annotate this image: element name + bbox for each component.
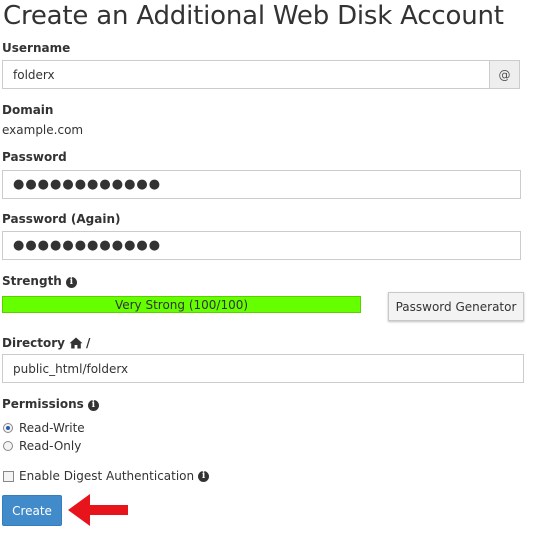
radio-read-only-label: Read-Only [19,439,82,453]
password-label: Password [2,150,67,164]
domain-value: example.com [2,123,84,137]
password-generator-button[interactable]: Password Generator [388,292,524,321]
directory-label-row: Directory / [2,336,90,350]
username-label: Username [2,41,71,55]
permissions-label: Permissions [2,397,84,411]
strength-text: Very Strong (100/100) [114,297,249,312]
radio-read-write-label: Read-Write [19,421,85,435]
digest-auth-label: Enable Digest Authentication [19,469,195,483]
password-again-label: Password (Again) [2,212,121,226]
create-button[interactable]: Create [2,495,62,526]
radio-read-write[interactable] [3,423,13,433]
directory-label: Directory [2,336,65,350]
domain-label: Domain [2,103,54,117]
username-domain-addon: @ [489,60,520,89]
directory-separator: / [85,336,91,350]
red-arrow-icon [68,494,128,526]
permission-option-read-only[interactable]: Read-Only [3,439,81,453]
page-title: Create an Additional Web Disk Account [3,1,504,31]
strength-label: Strength [2,274,62,288]
radio-read-only[interactable] [3,441,13,451]
info-circle-icon[interactable]: i [198,470,210,482]
strength-label-row: Strength i [2,274,77,288]
password-again-input[interactable]: ●●●●●●●●●●●● [2,231,521,260]
info-circle-icon[interactable]: i [65,277,77,288]
home-icon [69,337,83,349]
permissions-label-row: Permissions i [2,397,99,411]
password-input[interactable]: ●●●●●●●●●●●● [2,170,521,199]
strength-meter: Very Strong (100/100) [2,296,361,313]
permission-option-read-write[interactable]: Read-Write [3,421,85,435]
username-input[interactable]: folderx [2,60,490,89]
directory-input[interactable]: public_html/folderx [2,354,524,383]
digest-auth-checkbox[interactable] [3,470,14,482]
digest-auth-option[interactable]: Enable Digest Authentication i [3,469,210,483]
info-circle-icon[interactable]: i [87,400,99,411]
